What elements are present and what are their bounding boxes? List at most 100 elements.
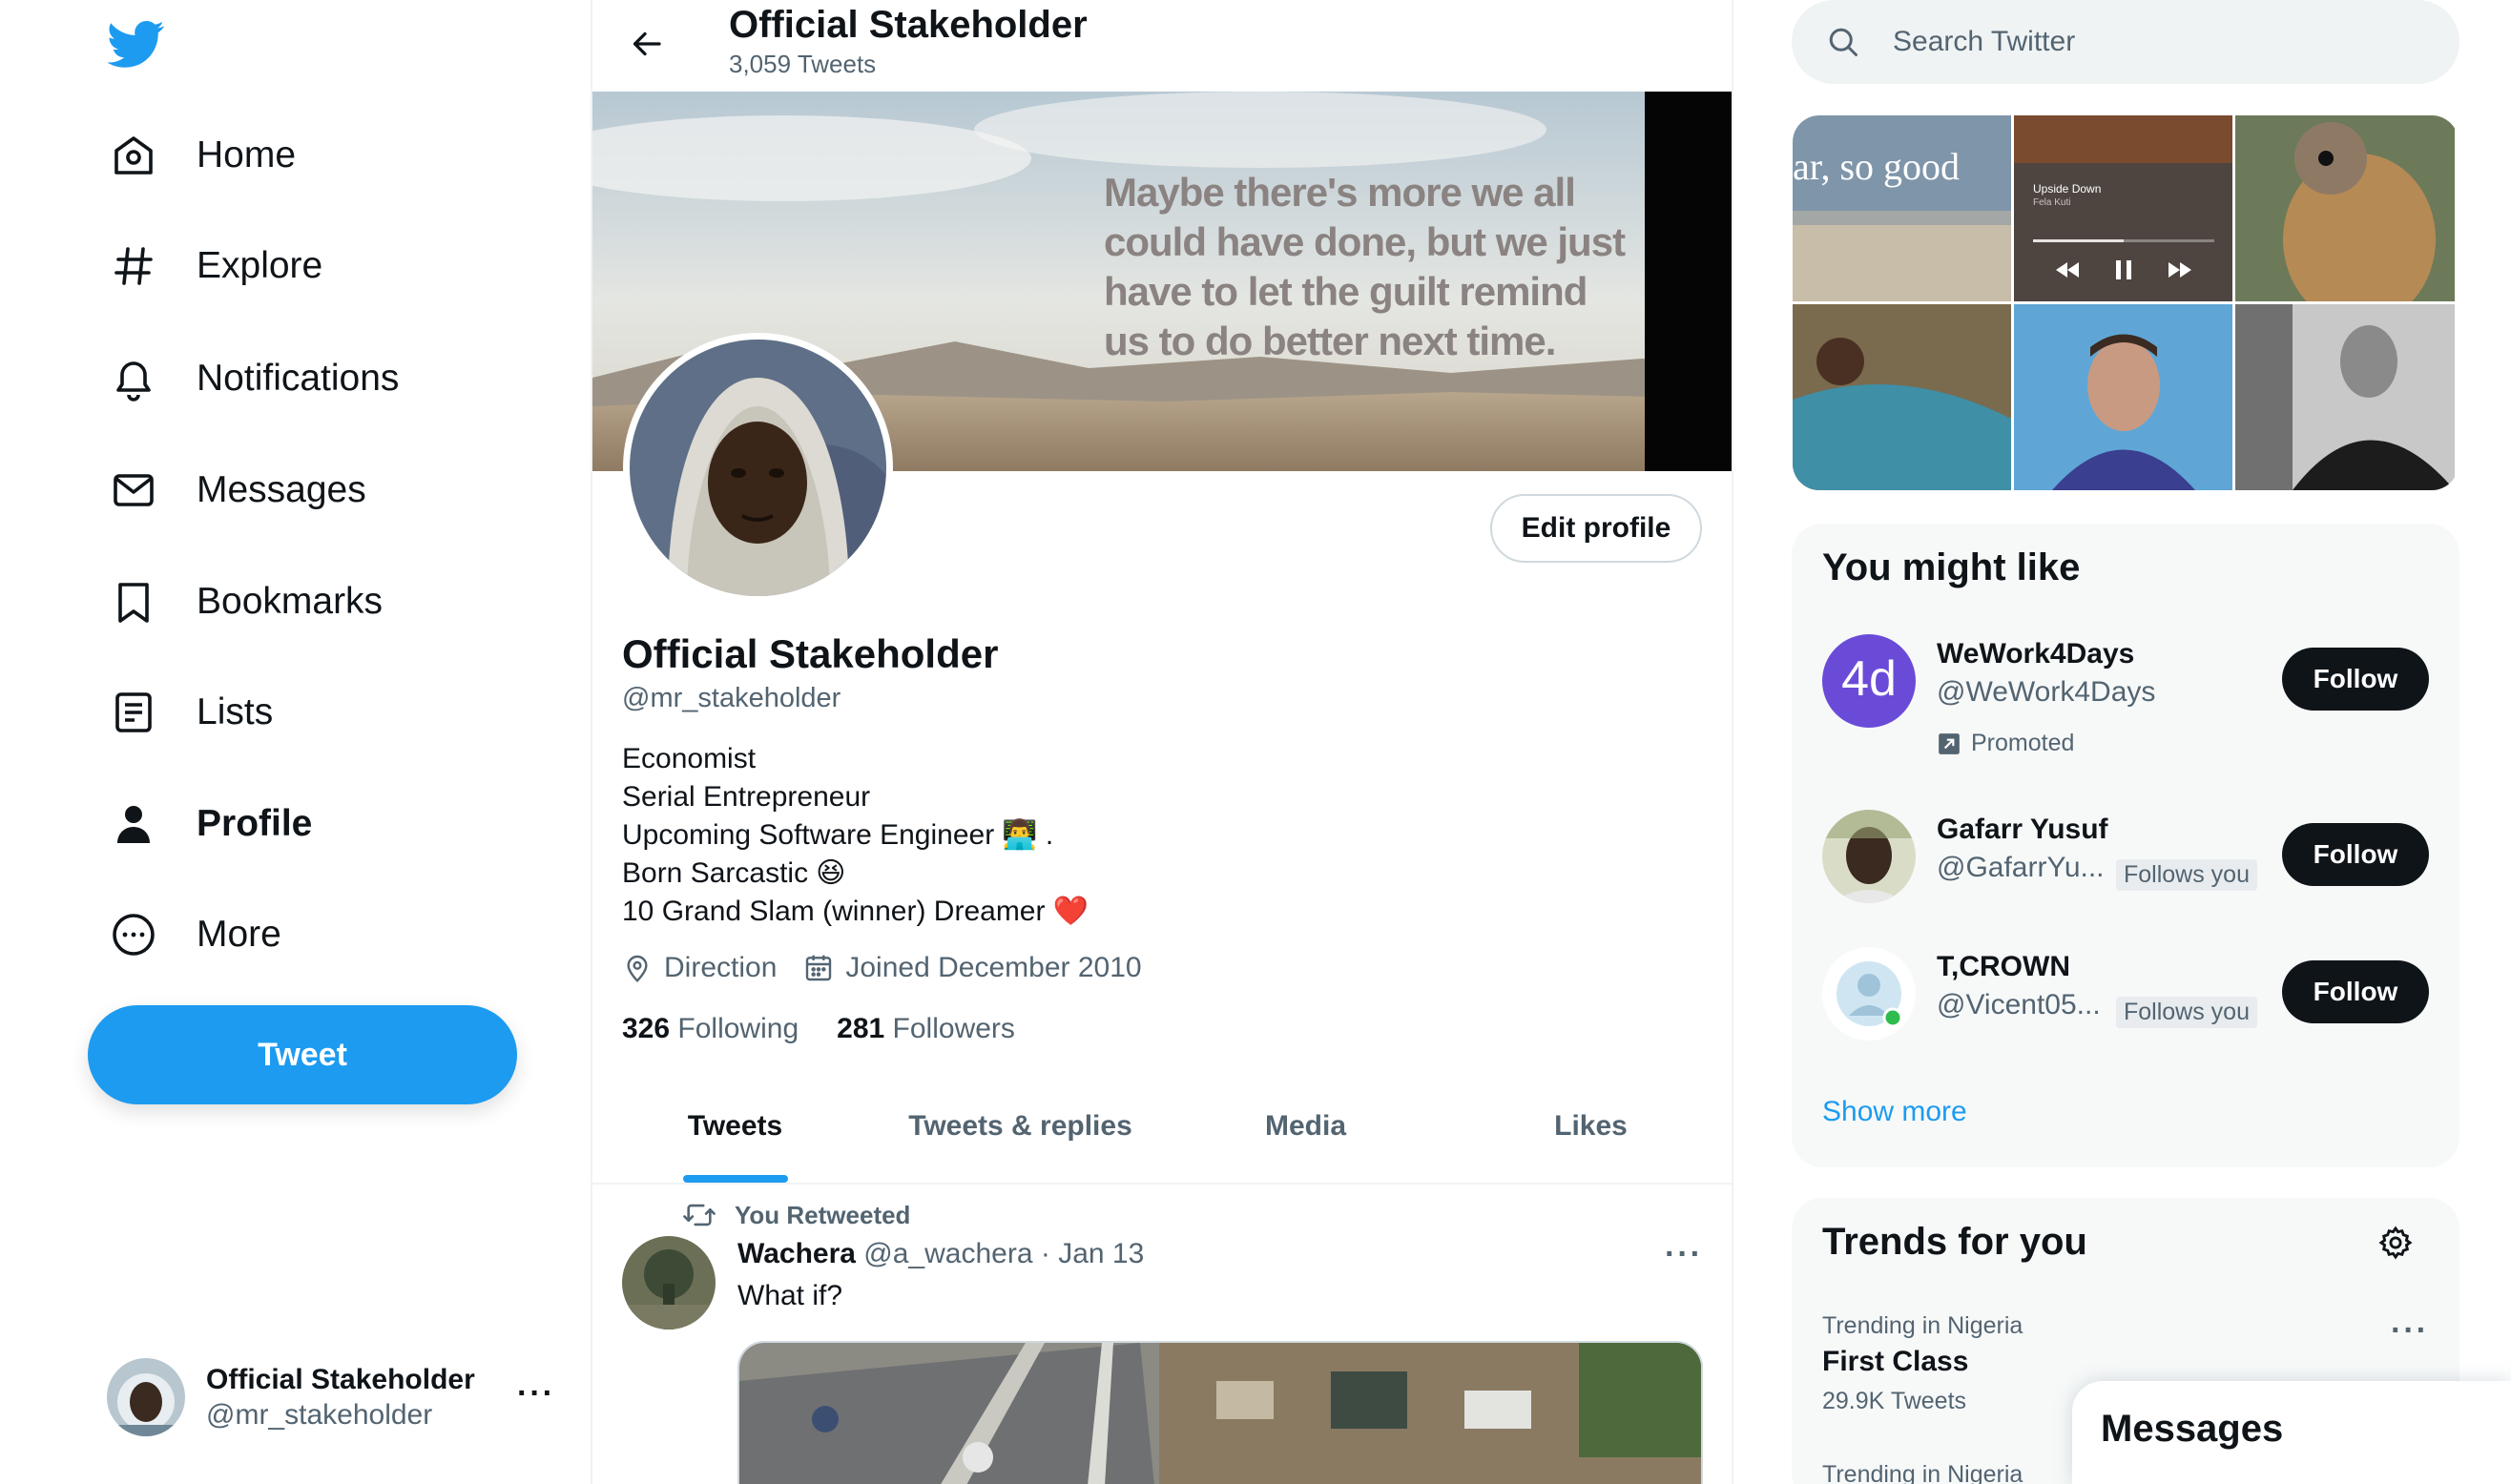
sidebar-item-more[interactable]: More — [107, 899, 281, 970]
profile-column: Official Stakeholder 3,059 Tweets Maybe … — [591, 0, 1733, 1484]
sidebar-item-label: More — [197, 914, 281, 955]
follow-button[interactable]: Follow — [2282, 960, 2429, 1023]
suggested-account[interactable]: T,CROWN @Vicent05... Follows you Follow — [1822, 947, 2429, 1061]
bio-text: Upcoming Software Engineer — [622, 819, 995, 851]
more-icon[interactable]: ··· — [2391, 1312, 2429, 1350]
bio-line: Serial Entrepreneur — [622, 778, 1089, 816]
sidebar-item-label: Lists — [197, 691, 274, 732]
technologist-emoji: 👨‍💻 . — [1002, 819, 1054, 851]
panel-title: Trends for you — [1822, 1221, 2087, 1263]
profile-bio: Economist Serial Entrepreneur Upcoming S… — [622, 740, 1089, 931]
profile-media-grid: ar, so good Upside Down Fela Kuti — [1793, 115, 2459, 490]
sidebar-item-label: Notifications — [197, 358, 400, 399]
player-artist: Fela Kuti — [2033, 197, 2071, 208]
profile-handle: @mr_stakeholder — [622, 683, 841, 713]
avatar: 4d — [1822, 634, 1916, 728]
gear-icon[interactable] — [2377, 1225, 2414, 1261]
follow-stats: 326 Following 281 Followers — [622, 1013, 1053, 1045]
media-thumbnail[interactable] — [2235, 304, 2455, 490]
show-more-link[interactable]: Show more — [1822, 1096, 1967, 1128]
bio-text: Economist — [622, 743, 757, 774]
more-circle-icon — [107, 908, 160, 961]
more-icon[interactable]: ··· — [517, 1375, 555, 1412]
profile-joined-date: Joined December 2010 — [845, 952, 1142, 983]
media-thumbnail[interactable] — [2014, 304, 2232, 490]
sidebar-item-profile[interactable]: Profile — [107, 789, 312, 859]
account-name: Gafarr Yusuf — [1937, 814, 2108, 845]
bookmark-icon — [107, 575, 160, 629]
avatar — [1822, 810, 1916, 903]
profile-location: Direction — [664, 952, 778, 983]
promoted-text: Promoted — [1971, 730, 2075, 756]
search-box[interactable] — [1792, 0, 2459, 84]
account-switcher[interactable]: Official Stakeholder @mr_stakeholder ··· — [107, 1354, 555, 1440]
search-icon — [1826, 25, 1860, 59]
twitter-bird-icon[interactable] — [107, 15, 165, 72]
list-icon — [107, 686, 160, 739]
suggested-account[interactable]: 4d WeWork4Days @WeWork4Days Promoted Fol… — [1822, 634, 2429, 756]
bio-line: 10 Grand Slam (winner) Dreamer ❤️ — [622, 893, 1089, 931]
followers-link[interactable]: 281 Followers — [837, 1013, 1015, 1045]
tweet-card[interactable]: You Retweeted Wachera @a_wachera · Jan 1… — [592, 1186, 1732, 1484]
more-icon[interactable]: ··· — [1665, 1236, 1703, 1273]
avatar-text: 4d — [1841, 651, 1897, 707]
account-handle: @WeWork4Days — [1937, 676, 2156, 708]
sidebar-item-bookmarks[interactable]: Bookmarks — [107, 567, 383, 637]
tweet-image[interactable] — [737, 1341, 1703, 1484]
tweet-count: 3,059 Tweets — [729, 50, 877, 78]
left-sidebar: Home Explore Notifications Messages Book… — [0, 0, 591, 1484]
sidebar-item-home[interactable]: Home — [107, 120, 296, 191]
bio-text: Serial Entrepreneur — [622, 781, 871, 813]
search-input[interactable] — [1893, 26, 2389, 58]
tweet-button[interactable]: Tweet — [88, 1005, 517, 1104]
sidebar-item-explore[interactable]: Explore — [107, 231, 322, 301]
sidebar-item-notifications[interactable]: Notifications — [107, 343, 399, 414]
thumbnail-caption: ar, so good — [1793, 145, 1961, 188]
suggested-account[interactable]: Gafarr Yusuf @GafarrYu... Follows you Fo… — [1822, 810, 2429, 924]
rewind-icon — [2054, 260, 2081, 284]
sidebar-item-lists[interactable]: Lists — [107, 677, 273, 748]
profile-header-bar: Official Stakeholder 3,059 Tweets — [592, 0, 1732, 92]
messages-drawer[interactable]: Messages — [2072, 1381, 2511, 1484]
separator: · — [1040, 1238, 1050, 1269]
edit-profile-button[interactable]: Edit profile — [1490, 494, 1702, 563]
right-sidebar: ar, so good Upside Down Fela Kuti You mi… — [1792, 0, 2459, 1484]
heart-emoji: ❤️ — [1052, 896, 1089, 927]
tab-media[interactable]: Media — [1163, 1070, 1448, 1183]
account-name: Official Stakeholder — [206, 1363, 475, 1395]
sidebar-item-messages[interactable]: Messages — [107, 455, 366, 526]
bell-icon — [107, 352, 160, 405]
media-thumbnail[interactable]: ar, so good — [1793, 115, 2011, 301]
follows-you-badge: Follows you — [2116, 859, 2257, 891]
tweet-date[interactable]: Jan 13 — [1058, 1238, 1144, 1269]
tab-likes[interactable]: Likes — [1448, 1070, 1732, 1183]
tweet-header: Wachera @a_wachera · Jan 13 — [737, 1238, 1144, 1270]
bio-line: Born Sarcastic 😆 — [622, 855, 1089, 893]
following-link[interactable]: 326 Following — [622, 1013, 799, 1045]
tab-tweets-replies[interactable]: Tweets & replies — [878, 1070, 1163, 1183]
back-arrow-icon[interactable] — [621, 17, 674, 71]
sidebar-item-label: Bookmarks — [197, 581, 384, 622]
trend-context: Trending in Nigeria — [1822, 1312, 2023, 1339]
followers-count: 281 — [837, 1013, 885, 1044]
avatar — [107, 1358, 185, 1436]
tweet-author-name[interactable]: Wachera — [737, 1238, 856, 1269]
bio-line: Economist — [622, 740, 1089, 778]
promoted-label: Promoted — [1937, 730, 2074, 757]
panel-title: You might like — [1822, 546, 2081, 588]
media-thumbnail[interactable] — [1793, 304, 2011, 490]
media-thumbnail[interactable] — [2235, 115, 2455, 301]
sidebar-item-label: Home — [197, 134, 297, 175]
tweet-author-handle[interactable]: @a_wachera — [863, 1238, 1032, 1269]
follow-button[interactable]: Follow — [2282, 648, 2429, 711]
bio-text: 10 Grand Slam (winner) Dreamer — [622, 896, 1046, 927]
sidebar-item-label: Explore — [197, 245, 323, 286]
media-thumbnail[interactable]: Upside Down Fela Kuti — [2014, 115, 2232, 301]
follow-button[interactable]: Follow — [2282, 823, 2429, 886]
account-name: WeWork4Days — [1937, 638, 2135, 670]
avatar[interactable] — [622, 1236, 716, 1329]
person-icon — [107, 797, 160, 851]
account-handle: @Vicent05... — [1937, 989, 2101, 1020]
avatar[interactable] — [623, 333, 893, 603]
tab-tweets[interactable]: Tweets — [592, 1070, 878, 1183]
